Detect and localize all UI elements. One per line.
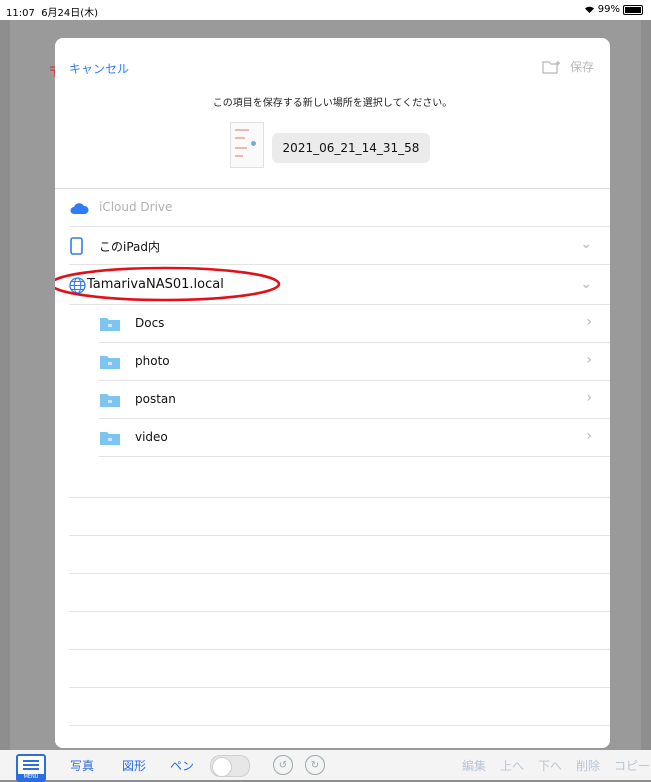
new-folder-icon[interactable] bbox=[542, 60, 562, 74]
folder-row[interactable]: postan › bbox=[55, 381, 610, 419]
pen-toggle[interactable] bbox=[210, 755, 250, 777]
empty-row-divider bbox=[69, 611, 610, 612]
folder-label: photo bbox=[135, 354, 170, 368]
folder-label: Docs bbox=[135, 316, 165, 330]
location-nas[interactable]: TamarivaNAS01.local ⌄ bbox=[55, 266, 610, 305]
status-right: 99% bbox=[584, 4, 643, 15]
empty-row-divider bbox=[69, 725, 610, 726]
copy-button[interactable]: コピー bbox=[614, 757, 650, 774]
file-thumbnail bbox=[230, 122, 264, 168]
shape-button[interactable]: 図形 bbox=[122, 757, 146, 774]
menu-button[interactable]: MENU bbox=[16, 754, 46, 782]
save-dialog: キャンセル 保存 この項目を保存する新しい場所を選択してください。 2021_0… bbox=[55, 38, 610, 748]
status-time: 11:07 6月24日(木) bbox=[6, 4, 98, 19]
folder-icon bbox=[100, 356, 120, 369]
pen-label: ペン bbox=[170, 759, 195, 773]
status-bar: 11:07 6月24日(木) 99% bbox=[0, 0, 651, 20]
time-text: 11:07 bbox=[6, 8, 35, 19]
empty-row-divider bbox=[69, 497, 610, 498]
wifi-icon bbox=[584, 6, 594, 13]
battery-icon bbox=[623, 4, 643, 15]
icloud-label: iCloud Drive bbox=[99, 200, 173, 214]
chevron-right-icon: › bbox=[586, 352, 592, 368]
redo-icon[interactable]: ↻ bbox=[305, 755, 325, 775]
folder-icon bbox=[100, 432, 120, 445]
bottom-toolbar: MENU 写真 図形 ペン ↺ ↻ 編集 上へ 下へ 削除 コピー bbox=[0, 750, 651, 782]
filename-field[interactable]: 2021_06_21_14_31_58 bbox=[272, 133, 430, 163]
location-list: iCloud Drive このiPad内 ⌄ TamarivaNAS01.loc… bbox=[55, 189, 610, 748]
ipad-label: このiPad内 bbox=[99, 240, 161, 254]
save-prompt: この項目を保存する新しい場所を選択してください。 bbox=[212, 98, 453, 109]
edit-button[interactable]: 編集 bbox=[462, 757, 486, 774]
save-controls: 保存 bbox=[542, 58, 594, 75]
empty-row-divider bbox=[69, 687, 610, 688]
folder-label: video bbox=[135, 430, 168, 444]
chevron-right-icon: › bbox=[586, 314, 592, 330]
folder-row[interactable]: Docs › bbox=[55, 305, 610, 343]
location-icloud[interactable]: iCloud Drive bbox=[55, 189, 610, 227]
row-divider bbox=[99, 456, 610, 457]
chevron-down-icon: ⌄ bbox=[580, 276, 592, 292]
chevron-right-icon: › bbox=[586, 428, 592, 444]
photo-button[interactable]: 写真 bbox=[70, 757, 94, 774]
location-ipad[interactable]: このiPad内 ⌄ bbox=[55, 227, 610, 265]
delete-button[interactable]: 削除 bbox=[576, 757, 600, 774]
folder-icon bbox=[100, 318, 120, 331]
ipad-icon bbox=[70, 237, 83, 255]
empty-row-divider bbox=[69, 649, 610, 650]
cloud-icon bbox=[70, 203, 89, 214]
folder-label: postan bbox=[135, 392, 176, 406]
empty-row-divider bbox=[69, 573, 610, 574]
move-up-button[interactable]: 上へ bbox=[500, 757, 524, 774]
empty-row-divider bbox=[69, 535, 610, 536]
cancel-button[interactable]: キャンセル bbox=[69, 60, 129, 77]
undo-icon[interactable]: ↺ bbox=[273, 755, 293, 775]
chevron-right-icon: › bbox=[586, 390, 592, 406]
date-text: 6月24日(木) bbox=[41, 8, 99, 19]
menu-label: MENU bbox=[18, 774, 44, 780]
save-button[interactable]: 保存 bbox=[570, 58, 594, 75]
folder-row[interactable]: video › bbox=[55, 419, 610, 457]
folder-row[interactable]: photo › bbox=[55, 343, 610, 381]
battery-percent: 99% bbox=[597, 4, 620, 15]
highlight-ellipse bbox=[55, 266, 281, 302]
move-down-button[interactable]: 下へ bbox=[538, 757, 562, 774]
chevron-down-icon: ⌄ bbox=[580, 236, 592, 252]
folder-icon bbox=[100, 394, 120, 407]
